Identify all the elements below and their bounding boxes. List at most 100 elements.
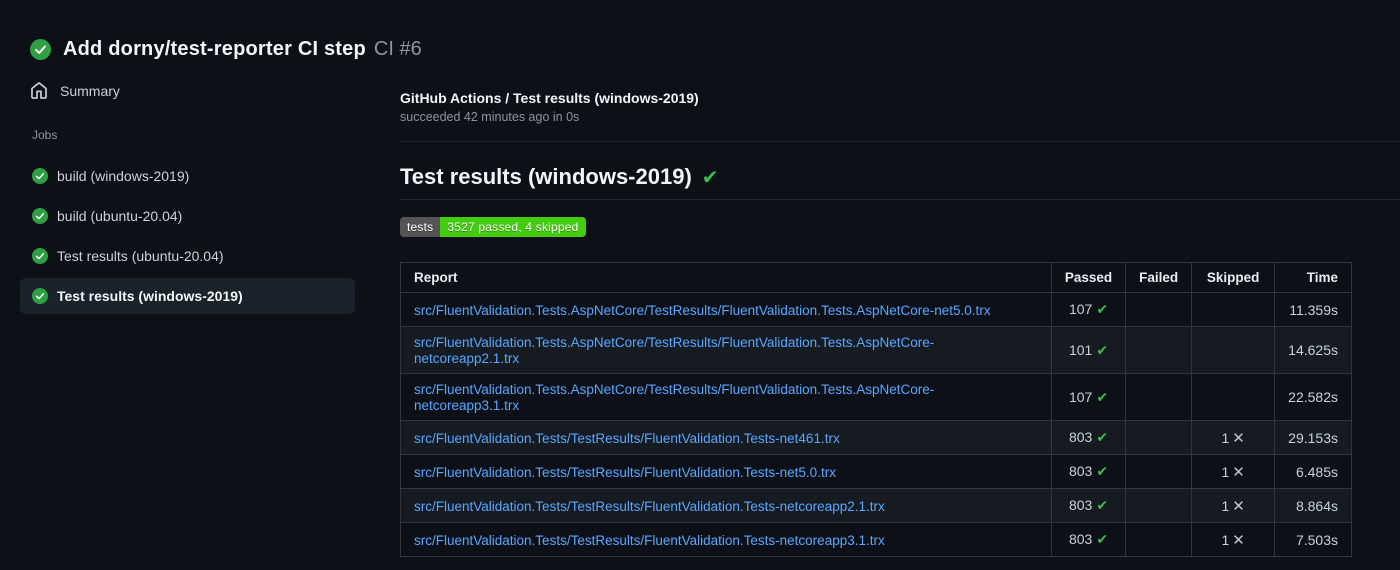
passed-count: 803 bbox=[1068, 531, 1093, 547]
table-row: src/FluentValidation.Tests.AspNetCore/Te… bbox=[400, 373, 1352, 421]
passed-count: 803 bbox=[1068, 497, 1093, 513]
failed-cell bbox=[1125, 522, 1193, 557]
passed-check-icon: ✔ bbox=[1096, 301, 1109, 317]
workflow-run-title: Add dorny/test-reporter CI step bbox=[63, 37, 366, 60]
skipped-count: 1 bbox=[1221, 497, 1230, 514]
job-success-check-circle-icon bbox=[32, 248, 48, 264]
passed-check-icon: ✔ bbox=[1096, 463, 1109, 479]
job-label: build (windows-2019) bbox=[57, 168, 190, 184]
time-cell: 8.864s bbox=[1274, 488, 1352, 523]
report-file-link[interactable]: src/FluentValidation.Tests/TestResults/F… bbox=[414, 465, 836, 480]
sidebar-job-item-2[interactable]: build (ubuntu-20.04) bbox=[20, 198, 355, 234]
table-body: src/FluentValidation.Tests.AspNetCore/Te… bbox=[400, 292, 1352, 557]
main-panel: GitHub Actions / Test results (windows-2… bbox=[400, 66, 1400, 557]
passed-cell: 803 ✔ bbox=[1050, 522, 1127, 557]
table-row: src/FluentValidation.Tests/TestResults/F… bbox=[400, 488, 1352, 523]
passed-count: 107 bbox=[1068, 388, 1093, 405]
report-cell: src/FluentValidation.Tests.AspNetCore/Te… bbox=[400, 292, 1052, 327]
passed-count: 101 bbox=[1068, 341, 1093, 358]
skipped-cell: 1 ✕ bbox=[1191, 522, 1276, 557]
table-row: src/FluentValidation.Tests/TestResults/F… bbox=[400, 522, 1352, 557]
table-header: Report Passed Failed Skipped Time bbox=[400, 262, 1352, 293]
sidebar-job-item-3[interactable]: Test results (ubuntu-20.04) bbox=[20, 238, 355, 274]
job-label: build (ubuntu-20.04) bbox=[57, 208, 183, 224]
section-heading-text: Test results (windows-2019) bbox=[400, 164, 692, 189]
skipped-count: 1 bbox=[1221, 531, 1230, 548]
report-file-link[interactable]: src/FluentValidation.Tests/TestResults/F… bbox=[414, 431, 840, 446]
skipped-x-icon: ✕ bbox=[1232, 463, 1245, 481]
table-header-row: Report Passed Failed Skipped Time bbox=[400, 262, 1352, 293]
report-file-link[interactable]: src/FluentValidation.Tests.AspNetCore/Te… bbox=[414, 382, 934, 413]
time-cell: 29.153s bbox=[1274, 420, 1352, 455]
table-row: src/FluentValidation.Tests/TestResults/F… bbox=[400, 420, 1352, 455]
passed-count: 107 bbox=[1068, 301, 1093, 317]
run-number: CI #6 bbox=[373, 37, 422, 60]
failed-cell bbox=[1125, 420, 1193, 455]
tests-badge-value: 3527 passed, 4 skipped bbox=[440, 217, 586, 237]
passed-check-icon: ✔ bbox=[1096, 388, 1109, 405]
time-cell: 14.625s bbox=[1274, 326, 1352, 374]
sidebar: Summary Jobs build (windows-2019) build (… bbox=[0, 66, 400, 557]
job-success-check-circle-icon bbox=[32, 168, 48, 184]
passed-cell: 803 ✔ bbox=[1050, 454, 1127, 489]
summary-label: Summary bbox=[60, 83, 120, 99]
jobs-section-label: Jobs bbox=[32, 128, 58, 142]
tests-badge: tests 3527 passed, 4 skipped bbox=[400, 217, 586, 237]
passed-check-icon: ✔ bbox=[1096, 341, 1109, 358]
report-file-link[interactable]: src/FluentValidation.Tests.AspNetCore/Te… bbox=[414, 335, 934, 366]
failed-cell bbox=[1125, 326, 1193, 374]
passed-check-icon: ✔ bbox=[1096, 497, 1109, 513]
content-area: Summary Jobs build (windows-2019) build (… bbox=[0, 66, 1400, 557]
report-cell: src/FluentValidation.Tests/TestResults/F… bbox=[400, 522, 1052, 557]
skipped-x-icon: ✕ bbox=[1232, 497, 1245, 515]
column-header-skipped: Skipped bbox=[1191, 262, 1276, 293]
passed-cell: 101 ✔ bbox=[1050, 326, 1127, 374]
skipped-cell: 1 ✕ bbox=[1191, 420, 1276, 455]
report-cell: src/FluentValidation.Tests.AspNetCore/Te… bbox=[400, 373, 1052, 421]
time-cell: 11.359s bbox=[1274, 292, 1352, 327]
section-heading: Test results (windows-2019) ✔ bbox=[400, 162, 1400, 200]
skipped-cell bbox=[1191, 373, 1276, 421]
failed-cell bbox=[1125, 292, 1193, 327]
sidebar-jobs-list: build (windows-2019) build (ubuntu-20.04)… bbox=[20, 158, 400, 314]
skipped-cell: 1 ✕ bbox=[1191, 454, 1276, 489]
passed-cell: 107 ✔ bbox=[1050, 292, 1127, 327]
skipped-count: 1 bbox=[1221, 463, 1230, 480]
run-header-bar: Add dorny/test-reporter CI step CI #6 bbox=[0, 0, 1400, 66]
header-divider bbox=[400, 141, 1400, 142]
report-file-link[interactable]: src/FluentValidation.Tests/TestResults/F… bbox=[414, 499, 885, 514]
time-cell: 22.582s bbox=[1274, 373, 1352, 421]
report-cell: src/FluentValidation.Tests/TestResults/F… bbox=[400, 454, 1052, 489]
report-cell: src/FluentValidation.Tests/TestResults/F… bbox=[400, 420, 1052, 455]
sidebar-job-item-4[interactable]: Test results (windows-2019) bbox=[20, 278, 355, 314]
passed-check-icon: ✔ bbox=[1096, 531, 1109, 547]
time-cell: 7.503s bbox=[1274, 522, 1352, 557]
skipped-cell: 1 ✕ bbox=[1191, 488, 1276, 523]
passed-check-icon: ✔ bbox=[1096, 429, 1109, 445]
sidebar-item-summary[interactable]: Summary bbox=[20, 76, 400, 106]
check-run-title: GitHub Actions / Test results (windows-2… bbox=[400, 90, 699, 106]
heading-success-check-icon: ✔ bbox=[701, 167, 719, 189]
failed-cell bbox=[1125, 373, 1193, 421]
passed-cell: 107 ✔ bbox=[1050, 373, 1127, 421]
run-success-check-circle-icon bbox=[30, 38, 51, 60]
time-cell: 6.485s bbox=[1274, 454, 1352, 489]
job-label: Test results (windows-2019) bbox=[57, 288, 243, 304]
column-header-report: Report bbox=[400, 262, 1052, 293]
skipped-x-icon: ✕ bbox=[1232, 531, 1245, 549]
home-icon bbox=[30, 82, 48, 100]
report-file-link[interactable]: src/FluentValidation.Tests/TestResults/F… bbox=[414, 533, 885, 548]
report-file-link[interactable]: src/FluentValidation.Tests.AspNetCore/Te… bbox=[414, 303, 991, 318]
sidebar-job-item-1[interactable]: build (windows-2019) bbox=[20, 158, 355, 194]
passed-cell: 803 ✔ bbox=[1050, 420, 1127, 455]
skipped-count: 1 bbox=[1221, 429, 1230, 446]
job-label: Test results (ubuntu-20.04) bbox=[57, 248, 224, 264]
table-row: src/FluentValidation.Tests.AspNetCore/Te… bbox=[400, 292, 1352, 327]
table-row: src/FluentValidation.Tests/TestResults/F… bbox=[400, 454, 1352, 489]
report-cell: src/FluentValidation.Tests/TestResults/F… bbox=[400, 488, 1052, 523]
check-run-header: GitHub Actions / Test results (windows-2… bbox=[400, 90, 1400, 124]
skipped-x-icon: ✕ bbox=[1232, 429, 1245, 447]
table-row: src/FluentValidation.Tests.AspNetCore/Te… bbox=[400, 326, 1352, 374]
report-cell: src/FluentValidation.Tests.AspNetCore/Te… bbox=[400, 326, 1052, 374]
skipped-cell bbox=[1191, 292, 1276, 327]
